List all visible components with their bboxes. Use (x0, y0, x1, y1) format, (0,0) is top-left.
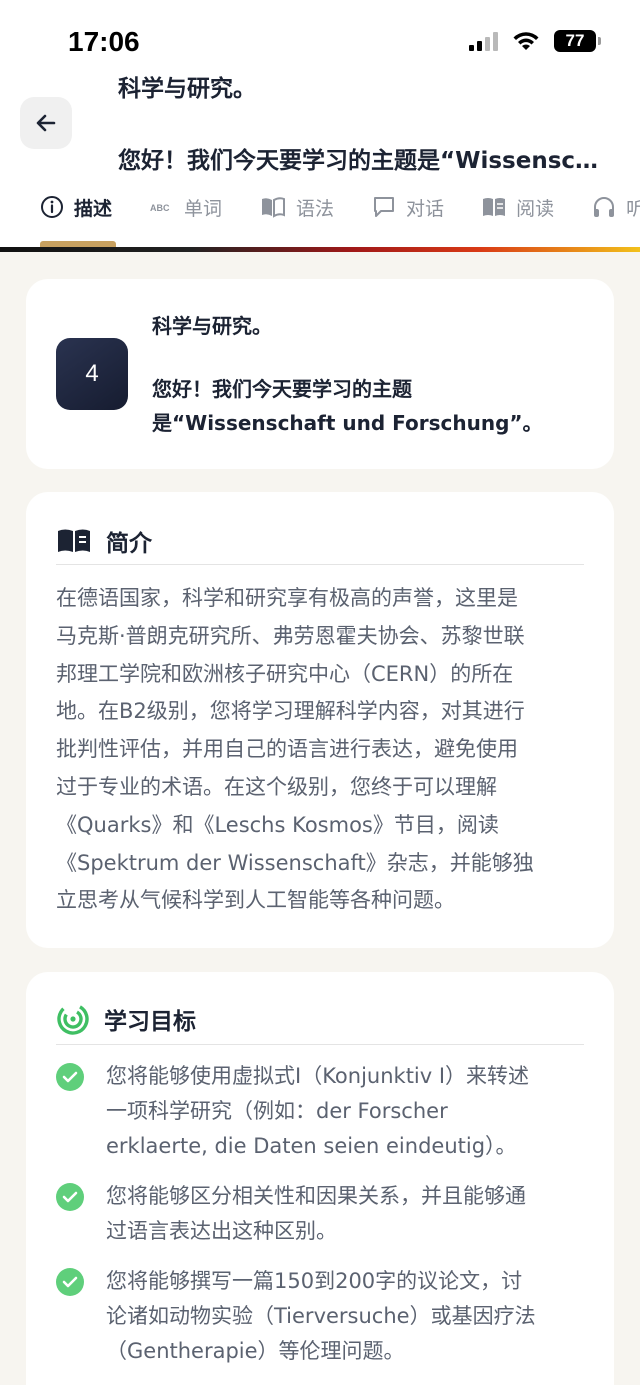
target-icon (57, 1003, 89, 1035)
unit-title: 科学与研究。 (152, 314, 272, 338)
intro-line: 《Spektrum der Wissenschaft》杂志，并能够独 (56, 850, 534, 875)
tab-dialogue[interactable]: 对话 (372, 194, 444, 221)
intro-heading: 简介 (56, 524, 152, 558)
tab-grammar-label: 语法 (296, 197, 335, 220)
status-indicators: 77 (469, 30, 601, 52)
goal-line: 过语言表达出这种区别。 (106, 1219, 337, 1243)
goal-item: 您将能够撰写一篇150到200字的议论文，讨 论诸如动物实验（Tierversu… (56, 1264, 586, 1369)
intro-line: 地。在B2级别，您将学习理解科学内容，对其进行 (56, 699, 525, 724)
tab-vocabulary-label: 单词 (184, 197, 223, 220)
goals-heading: 学习目标 (56, 1002, 196, 1036)
tab-vocabulary[interactable]: ABC 单词 (150, 194, 222, 221)
chat-bubble-icon (374, 197, 395, 217)
book-icon (58, 529, 90, 552)
tab-reading-label: 阅读 (516, 197, 555, 220)
status-time: 17:06 (68, 26, 140, 57)
intro-line: 过于专业的术语。在这个级别，您终于可以理解 (56, 774, 497, 799)
goal-line: （Gentherapie）等伦理问题。 (106, 1339, 405, 1363)
intro-line: 在德语国家，科学和研究享有极高的声誉，这里是 (56, 586, 518, 610)
svg-text:ABC: ABC (150, 203, 170, 213)
info-icon (41, 196, 63, 218)
goal-line: erklaerte, die Daten seien eindeutig）。 (106, 1134, 517, 1158)
goal-line: 您将能够区分相关性和因果关系，并且能够通 (106, 1184, 526, 1208)
tab-grammar[interactable]: 语法 (260, 194, 334, 221)
tab-dialogue-label: 对话 (406, 197, 445, 220)
goal-line: 一项科学研究（例如：der Forscher (106, 1099, 448, 1123)
tab-description-label: 描述 (74, 197, 113, 220)
unit-text: 科学与研究。 您好！我们今天要学习的主题 是“Wissenschaft und … (152, 309, 592, 440)
intro-line: 《Quarks》和《Leschs Kosmos》节目，阅读 (56, 812, 499, 837)
goal-text: 您将能够使用虚拟式I（Konjunktiv I）来转述 一项科学研究（例如：de… (106, 1059, 586, 1164)
tab-listening[interactable]: 听力 (592, 194, 640, 221)
intro-line: 立思考从气候科学到人工智能等各种问题。 (56, 888, 455, 913)
unit-card: 4 科学与研究。 您好！我们今天要学习的主题 是“Wissenschaft un… (26, 279, 614, 469)
flag-divider (0, 247, 640, 252)
tab-reading[interactable]: 阅读 (482, 194, 554, 221)
goals-divider (56, 1044, 584, 1045)
goal-line: 您将能够撰写一篇150到200字的议论文，讨 (106, 1269, 523, 1293)
goal-item: 您将能够使用虚拟式I（Konjunktiv I）来转述 一项科学研究（例如：de… (56, 1059, 586, 1164)
intro-heading-label: 简介 (106, 531, 152, 557)
battery-icon: 77 (554, 30, 601, 52)
intro-divider (56, 564, 584, 565)
tab-listening-label: 听力 (626, 197, 640, 220)
intro-line: 邦理工学院和欧洲核子研究中心（CERN）的所在 (56, 661, 514, 686)
tab-bar: 描述 ABC 单词 语法 对话 阅读 听 (0, 184, 640, 230)
goals-heading-label: 学习目标 (104, 1009, 196, 1035)
unit-number-badge: 4 (56, 338, 128, 410)
header-title-line1: 科学与研究。 (118, 76, 256, 102)
unit-greeting-line1: 您好！我们今天要学习的主题 (152, 377, 412, 401)
goal-line: 您将能够使用虚拟式I（Konjunktiv I）来转述 (106, 1064, 530, 1088)
reading-icon (483, 198, 506, 216)
checkmark-icon (56, 1268, 84, 1296)
abc-icon: ABC (150, 203, 170, 213)
goal-line: 论诸如动物实验（Tierversuche）或基因疗法 (106, 1304, 536, 1328)
goal-text: 您将能够撰写一篇150到200字的议论文，讨 论诸如动物实验（Tierversu… (106, 1264, 586, 1369)
top-bar: 17:06 77 科学与研究。 您好！我们今天要学习的主题是“Wissensch… (0, 0, 640, 252)
header-title-line2: 您好！我们今天要学习的主题是“Wissenschaft und Forschun… (118, 148, 603, 174)
book-open-icon (262, 197, 286, 218)
headphones-icon (594, 197, 615, 217)
goal-item: 您将能够区分相关性和因果关系，并且能够通 过语言表达出这种区别。 (56, 1179, 586, 1249)
intro-line: 批判性评估，并用自己的语言进行表达，避免使用 (56, 737, 518, 762)
unit-greeting-line2: 是“Wissenschaft und Forschung”。 (152, 411, 543, 435)
arrow-left-icon (36, 114, 56, 132)
cellular-signal-icon (469, 31, 498, 51)
checkmark-icon (56, 1063, 84, 1091)
goal-text: 您将能够区分相关性和因果关系，并且能够通 过语言表达出这种区别。 (106, 1179, 586, 1249)
tab-description[interactable]: 描述 (40, 194, 112, 221)
checkmark-icon (56, 1183, 84, 1211)
header-title: 科学与研究。 您好！我们今天要学习的主题是“Wissenschaft und F… (118, 74, 603, 176)
back-button[interactable] (20, 97, 72, 149)
wifi-icon (513, 32, 539, 50)
intro-line: 马克斯·普朗克研究所、弗劳恩霍夫协会、苏黎世联 (56, 623, 525, 648)
intro-body: 在德语国家，科学和研究享有极高的声誉，这里是 马克斯·普朗克研究所、弗劳恩霍夫协… (56, 580, 586, 920)
